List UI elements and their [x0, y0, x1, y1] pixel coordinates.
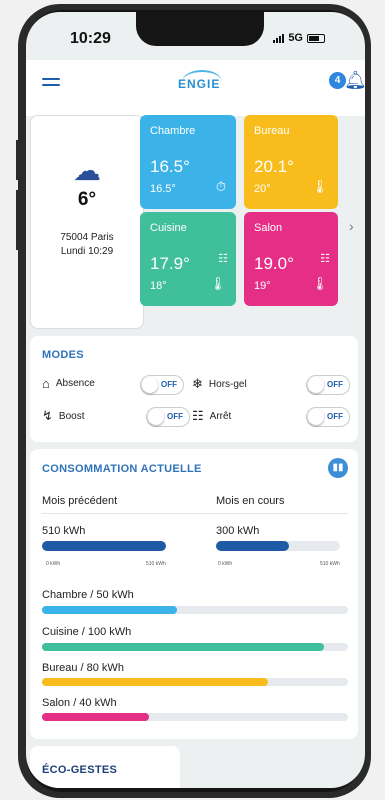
room-current-temp: 16.5°	[150, 157, 190, 176]
room-consumption-fill	[42, 606, 177, 614]
current-min: 0 kWh	[218, 561, 233, 567]
side-button	[16, 140, 19, 180]
mode-label: Absence	[55, 378, 95, 389]
hors-gel-toggle[interactable]: OFF	[306, 375, 350, 395]
consumption-card: CONSOMMATION ACTUELLE ▮▮ Mois précédent …	[30, 449, 358, 739]
bar-chart-icon[interactable]: ▮▮	[328, 458, 348, 478]
mode-hors-gel: ❄ Hors-gel	[192, 376, 247, 392]
brand-logo: ENGIE	[178, 77, 221, 91]
room-tile-salon[interactable]: Salon 19.0° 19° ☷ 🌡︎	[244, 212, 338, 306]
eco-gestes-card[interactable]: ÉCO-GESTES	[30, 746, 180, 788]
arret-toggle[interactable]: OFF	[306, 407, 350, 427]
toggle-state: OFF	[161, 380, 177, 389]
room-name: Bureau	[254, 125, 290, 137]
room-current-temp: 20.1°	[254, 157, 294, 176]
modes-card: MODES ⌂ Absence OFF ❄ Hors-gel OFF ↯ Boost …	[30, 336, 358, 442]
radiator-icon: ☷	[218, 253, 228, 265]
room-setpoint: 20°	[254, 183, 271, 195]
room-consumption-fill	[42, 713, 150, 721]
room-tile-chambre[interactable]: Chambre 16.5° 16.5° ⏱︎	[140, 115, 236, 209]
mode-label: Hors-gel	[208, 378, 247, 390]
current-value: 300 kWh	[216, 525, 260, 537]
room-consumption-label: Salon / 40 kWh	[42, 697, 117, 709]
battery-icon	[307, 33, 325, 43]
consumption-title: CONSOMMATION ACTUELLE	[42, 463, 202, 475]
absence-toggle[interactable]: OFF	[140, 375, 184, 395]
current-progress-fill	[216, 541, 290, 551]
thermometer-icon: 🌡︎	[311, 276, 328, 291]
previous-min: 0 kWh	[46, 561, 61, 567]
weather-location: 75004 Paris Lundi 10:29	[31, 231, 143, 259]
room-consumption-bar	[42, 713, 348, 721]
app-header: ENGIE 4 🔔︎	[26, 60, 365, 116]
current-progress	[216, 541, 340, 551]
thermometer-icon: 🌡︎	[209, 276, 226, 291]
room-consumption-fill	[42, 643, 324, 651]
room-setpoint: 16.5°	[150, 183, 176, 195]
room-consumption-bar	[42, 606, 348, 614]
radiator-icon: ☷	[320, 253, 330, 265]
room-consumption-bar	[42, 643, 348, 651]
app-screen: 10:29 5G ENGIE 4 🔔︎ ☁︎ 6° 75004 Paris Lu…	[26, 12, 365, 788]
modes-title: MODES	[42, 349, 84, 361]
previous-value: 510 kWh	[42, 525, 86, 537]
room-consumption-bar	[42, 678, 348, 686]
room-name: Salon	[254, 222, 283, 234]
side-button	[16, 190, 19, 250]
room-name: Chambre	[150, 125, 196, 137]
room-consumption-label: Bureau / 80 kWh	[42, 662, 124, 674]
previous-progress	[42, 541, 166, 551]
snowflake-icon: ❄	[192, 376, 203, 391]
current-month-label: Mois en cours	[216, 495, 285, 507]
previous-max: 510 kWh	[146, 561, 166, 567]
status-time: 10:29	[70, 30, 111, 47]
notch	[136, 12, 264, 46]
mode-label: Arrêt	[209, 410, 232, 422]
mode-boost: ↯ Boost	[42, 408, 84, 424]
network-label: 5G	[288, 32, 303, 44]
toggle-state: OFF	[327, 380, 343, 389]
signal-icon	[273, 33, 285, 43]
room-setpoint: 19°	[254, 280, 271, 292]
room-tile-bureau[interactable]: Bureau 20.1° 20° 🌡︎	[244, 115, 338, 209]
room-setpoint: 18°	[150, 280, 167, 292]
room-current-temp: 19.0°	[254, 254, 294, 273]
weather-card: ☁︎ 6° 75004 Paris Lundi 10:29	[30, 115, 144, 329]
room-consumption-label: Cuisine / 100 kWh	[42, 626, 132, 638]
menu-icon[interactable]	[42, 78, 60, 90]
previous-month-label: Mois précédent	[42, 495, 118, 507]
chevron-right-icon[interactable]: ›	[349, 218, 354, 234]
room-name: Cuisine	[150, 222, 187, 234]
divider	[42, 513, 348, 514]
radiator-icon: ☷	[192, 408, 204, 423]
room-tile-cuisine[interactable]: Cuisine 17.9° 18° ☷ 🌡︎	[140, 212, 236, 306]
mode-label: Boost	[58, 410, 85, 422]
room-consumption-fill	[42, 678, 269, 686]
previous-progress-fill	[42, 541, 166, 551]
datetime-text: Lundi 10:29	[60, 246, 114, 257]
weather-cloud-icon: ☁︎	[73, 155, 101, 186]
home-away-icon: ⌂	[42, 376, 50, 391]
current-max: 510 kWh	[320, 561, 340, 567]
toggle-state: OFF	[327, 412, 343, 421]
room-current-temp: 17.9°	[150, 254, 190, 273]
bell-icon[interactable]: 🔔︎	[344, 70, 365, 91]
eco-gestes-title: ÉCO-GESTES	[42, 764, 118, 776]
status-icons: 5G	[273, 32, 325, 44]
room-consumption-label: Chambre / 50 kWh	[42, 589, 134, 601]
timer-icon: ⏱︎	[215, 179, 226, 194]
boost-toggle[interactable]: OFF	[146, 407, 190, 427]
weather-temperature: 6°	[77, 189, 97, 210]
toggle-state: OFF	[167, 412, 183, 421]
mode-arret: ☷ Arrêt	[192, 408, 231, 424]
thermometer-icon: 🌡︎	[311, 179, 328, 194]
location-text: 75004 Paris	[60, 232, 114, 243]
mode-absence: ⌂ Absence	[42, 376, 95, 391]
lightning-icon: ↯	[42, 408, 53, 423]
